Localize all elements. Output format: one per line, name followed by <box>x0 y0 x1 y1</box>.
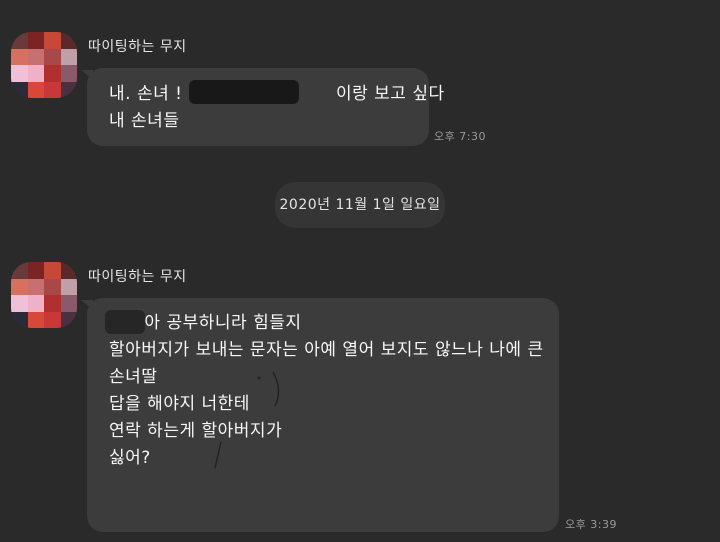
redaction-mark <box>189 80 299 104</box>
avatar-pixel <box>44 278 61 295</box>
message-time: 오후 7:30 <box>434 130 486 143</box>
sender-avatar[interactable] <box>11 32 77 98</box>
avatar-pixel <box>27 295 44 312</box>
avatar-pixel <box>44 32 61 49</box>
avatar-pixel <box>60 81 77 98</box>
message-time: 오후 3:39 <box>565 518 617 531</box>
sender-avatar[interactable] <box>11 262 77 328</box>
avatar-pixel <box>27 48 44 65</box>
message-bubble[interactable]: 아 공부하니라 힘들지 할아버지가 보내는 문자는 아예 열어 보지도 않느나 … <box>81 298 559 532</box>
avatar-pixel <box>27 311 44 328</box>
avatar-pixel <box>60 48 77 65</box>
avatar-pixel <box>27 81 44 98</box>
avatar-pixel <box>11 311 28 328</box>
avatar-pixel <box>60 262 77 279</box>
avatar-pixel <box>27 65 44 82</box>
avatar-pixel <box>60 311 77 328</box>
avatar-pixel <box>11 262 28 279</box>
avatar-pixel <box>44 65 61 82</box>
avatar-pixel <box>27 262 44 279</box>
avatar-pixel <box>44 311 61 328</box>
sender-name: 따이팅하는 무지 <box>88 39 187 55</box>
avatar-pixel <box>11 81 28 98</box>
avatar-pixel <box>11 48 28 65</box>
avatar-pixel <box>11 278 28 295</box>
message-bubble[interactable]: 내. 손녀 ! 이랑 보고 싶다 내 손녀들 <box>81 68 444 146</box>
avatar-pixel <box>60 65 77 82</box>
message-line: 내 손녀들 <box>109 111 180 131</box>
avatar-pixel <box>44 295 61 312</box>
avatar-pixel <box>60 278 77 295</box>
avatar-pixel <box>27 278 44 295</box>
sender-name: 따이팅하는 무지 <box>88 269 187 285</box>
avatar-pixel <box>27 32 44 49</box>
avatar-pixel <box>60 295 77 312</box>
bubble-tail <box>81 70 93 80</box>
avatar-pixel <box>11 32 28 49</box>
pen-stroke-marks <box>214 371 280 469</box>
avatar-pixel <box>11 65 28 82</box>
date-divider: 2020년 11월 1일 일요일 <box>275 182 445 228</box>
avatar-pixel <box>44 48 61 65</box>
avatar-pixel <box>60 32 77 49</box>
avatar-pixel <box>11 295 28 312</box>
avatar-pixel <box>44 81 61 98</box>
avatar-pixel <box>44 262 61 279</box>
